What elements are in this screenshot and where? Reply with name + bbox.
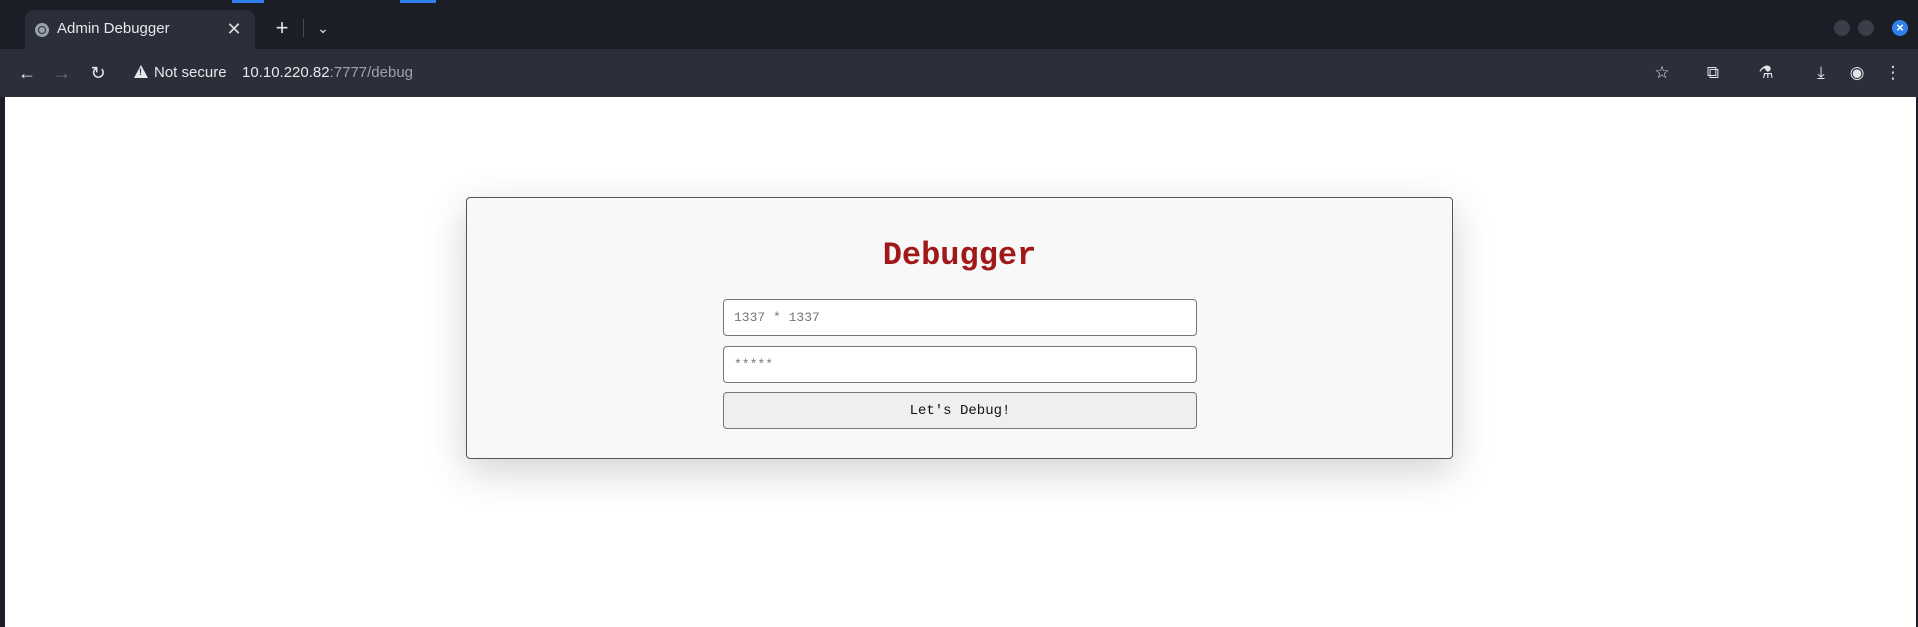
star-icon[interactable]: ☆: [1650, 61, 1674, 85]
browser-tab-strip: Admin Debugger ✕ + ⌄ ×: [0, 0, 1918, 49]
extensions-icon[interactable]: ⧉: [1701, 61, 1725, 85]
url-text[interactable]: 10.10.220.82:7777/debug: [242, 64, 413, 81]
reload-icon[interactable]: ↻: [86, 61, 110, 85]
tab-strip-accent: [400, 0, 436, 3]
page-viewport: Debugger Let's Debug!: [5, 97, 1916, 627]
menu-icon[interactable]: ⋮: [1881, 61, 1905, 85]
tab-close-icon[interactable]: ✕: [223, 18, 245, 40]
tab-title: Admin Debugger: [57, 20, 170, 37]
minimize-button[interactable]: [1834, 20, 1850, 36]
security-label: Not secure: [154, 64, 227, 81]
url-host: 10.10.220.82: [242, 64, 330, 81]
forward-icon[interactable]: →: [50, 61, 74, 85]
download-icon[interactable]: ⤓: [1809, 61, 1833, 85]
password-input[interactable]: [723, 346, 1197, 383]
back-icon[interactable]: ←: [15, 61, 39, 85]
debug-submit-button[interactable]: Let's Debug!: [723, 392, 1197, 429]
url-path: :7777/debug: [329, 64, 414, 81]
browser-toolbar: ← → ↻ Not secure 10.10.220.82:7777/debug…: [0, 49, 1918, 97]
tab-list-chevron-icon[interactable]: ⌄: [311, 16, 335, 40]
security-indicator[interactable]: Not secure: [134, 64, 227, 82]
page-title: Debugger: [882, 237, 1037, 274]
address-bar[interactable]: Not secure 10.10.220.82:7777/debug: [124, 56, 1674, 90]
maximize-button[interactable]: [1858, 20, 1874, 36]
tab-divider: [303, 19, 304, 37]
window-close-icon[interactable]: ×: [1892, 20, 1908, 36]
labs-icon[interactable]: ⚗: [1754, 61, 1778, 85]
profile-icon[interactable]: ◉: [1845, 61, 1869, 85]
expression-input[interactable]: [723, 299, 1197, 336]
globe-icon: [35, 23, 49, 37]
tab-strip-accent: [232, 0, 264, 3]
warning-icon: [134, 65, 148, 78]
active-tab[interactable]: Admin Debugger ✕: [25, 10, 255, 49]
new-tab-button[interactable]: +: [270, 16, 294, 40]
debugger-form-card: Debugger Let's Debug!: [466, 197, 1453, 459]
